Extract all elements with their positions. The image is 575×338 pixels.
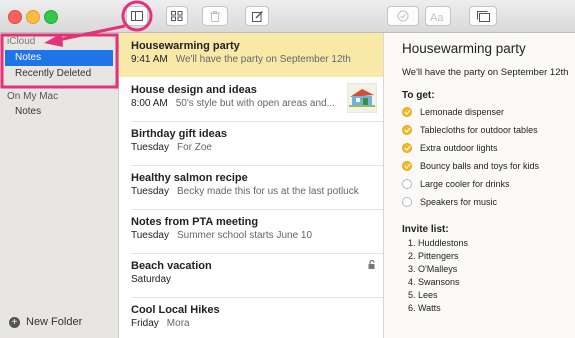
format-button[interactable]: Aa [425, 6, 451, 26]
note-date: 9:41 AM [131, 54, 168, 65]
compose-icon [251, 10, 263, 22]
new-note-button[interactable] [245, 6, 269, 26]
unchecked-checkbox-icon[interactable] [402, 179, 412, 189]
note-list-item[interactable]: House design and ideas 8:00 AM 50's style… [119, 77, 383, 121]
note-title: Beach vacation [131, 260, 212, 272]
note-date: Saturday [131, 274, 172, 285]
trash-icon [210, 10, 220, 22]
checklist-item-label: Bouncy balls and toys for kids [420, 161, 540, 171]
minimize-window-button[interactable] [26, 10, 40, 24]
note-title: Birthday gift ideas [131, 128, 227, 140]
note-title: Notes from PTA meeting [131, 216, 259, 228]
note-title: Healthy salmon recipe [131, 172, 248, 184]
note-list-item[interactable]: Healthy salmon recipe Tuesday Becky made … [119, 165, 383, 209]
checklist-item-label: Lemonade dispenser [420, 107, 505, 117]
invite-list-item: 5. Lees [408, 290, 438, 300]
gallery-view-button[interactable] [166, 6, 188, 26]
invite-list-item: 1. Huddlestons [408, 238, 469, 248]
note-date: Tuesday [131, 230, 169, 241]
unchecked-checkbox-icon[interactable] [402, 197, 412, 207]
house-sketch-thumbnail [347, 83, 377, 113]
note-list-item[interactable]: Birthday gift ideas Tuesday For Zoe [119, 121, 383, 165]
mac-section-header: On My Mac [7, 91, 59, 102]
checklist-item[interactable]: Extra outdoor lights [402, 143, 498, 153]
checklist-item-label: Tablecloths for outdoor tables [420, 125, 538, 135]
icloud-section-header: iCloud [7, 36, 36, 47]
note-preview: For Zoe [176, 142, 212, 153]
checked-checkbox-icon[interactable] [402, 125, 412, 135]
checklist-item[interactable]: Tablecloths for outdoor tables [402, 125, 538, 135]
note-title: Housewarming party [131, 40, 240, 52]
delete-note-button[interactable] [202, 6, 228, 26]
checklist-item-label: Extra outdoor lights [420, 143, 498, 153]
note-preview: We'll have the party on September 12th [175, 54, 351, 65]
format-text-icon: Aa [430, 12, 444, 22]
note-date: Tuesday [131, 186, 169, 197]
note-list-item[interactable]: Beach vacation Saturday [119, 253, 383, 297]
toggle-sidebar-button[interactable] [126, 6, 148, 26]
note-title: House design and ideas [131, 84, 257, 96]
note-editor[interactable]: Housewarming party We'll have the party … [384, 33, 575, 338]
lock-icon [368, 260, 375, 269]
checked-checkbox-icon[interactable] [402, 161, 412, 171]
note-editor-body: We'll have the party on September 12th [402, 67, 569, 78]
sidebar-item-mac-notes[interactable]: Notes [15, 106, 41, 117]
sidebar-item-recently-deleted[interactable]: Recently Deleted [5, 66, 113, 82]
notes-list: Housewarming party 9:41 AM We'll have the… [119, 33, 384, 338]
close-window-button[interactable] [8, 10, 22, 24]
checklist-button[interactable] [387, 6, 419, 26]
invite-list-item: 2. Pittengers [408, 251, 459, 261]
checklist-item[interactable]: Large cooler for drinks [402, 179, 510, 189]
note-date: 8:00 AM [131, 98, 168, 109]
svg-text:Aa: Aa [430, 12, 444, 22]
invite-list-item: 4. Swansons [408, 277, 460, 287]
checked-checkbox-icon[interactable] [402, 143, 412, 153]
note-preview: Mora [166, 318, 190, 329]
gallery-view-icon [171, 11, 183, 21]
invite-heading: Invite list: [402, 224, 449, 235]
sidebar-item-icloud-notes[interactable]: Notes [5, 50, 113, 66]
checklist-item-label: Large cooler for drinks [420, 179, 510, 189]
plus-icon: + [9, 316, 20, 328]
toolbar: Aa [0, 0, 575, 33]
zoom-window-button[interactable] [44, 10, 58, 24]
attachments-button[interactable] [469, 6, 497, 26]
checklist-item-label: Speakers for music [420, 197, 498, 207]
note-preview: Summer school starts June 10 [176, 230, 313, 241]
notes-window: Aa iCloud Notes Recently Deleted On My M… [0, 0, 575, 338]
new-folder-label: New Folder [26, 316, 83, 328]
note-editor-title: Housewarming party [402, 41, 526, 56]
checked-checkbox-icon[interactable] [402, 107, 412, 117]
checklist-item[interactable]: Bouncy balls and toys for kids [402, 161, 539, 171]
invite-list-item: 6. Watts [408, 303, 441, 313]
note-list-item[interactable]: Housewarming party 9:41 AM We'll have the… [119, 33, 383, 77]
note-title: Cool Local Hikes [131, 304, 220, 316]
new-folder-button[interactable]: + New Folder [9, 316, 82, 328]
attachments-browser-icon [476, 10, 490, 22]
note-date: Tuesday [131, 142, 169, 153]
note-date: Friday [131, 318, 159, 329]
note-preview: 50's style but with open areas and... [175, 98, 335, 109]
sidebar-toggle-icon [131, 11, 143, 21]
note-list-item[interactable]: Cool Local Hikes Friday Mora [119, 297, 383, 338]
checklist-item[interactable]: Speakers for music [402, 197, 497, 207]
note-list-item[interactable]: Notes from PTA meeting Tuesday Summer sch… [119, 209, 383, 253]
note-preview: Becky made this for us at the last potlu… [176, 186, 359, 197]
todo-heading: To get: [402, 90, 435, 101]
invite-list-item: 3. O'Malleys [408, 264, 458, 274]
checklist-icon [397, 10, 409, 22]
checklist-item[interactable]: Lemonade dispenser [402, 107, 504, 117]
sidebar: iCloud Notes Recently Deleted On My Mac … [0, 33, 119, 338]
